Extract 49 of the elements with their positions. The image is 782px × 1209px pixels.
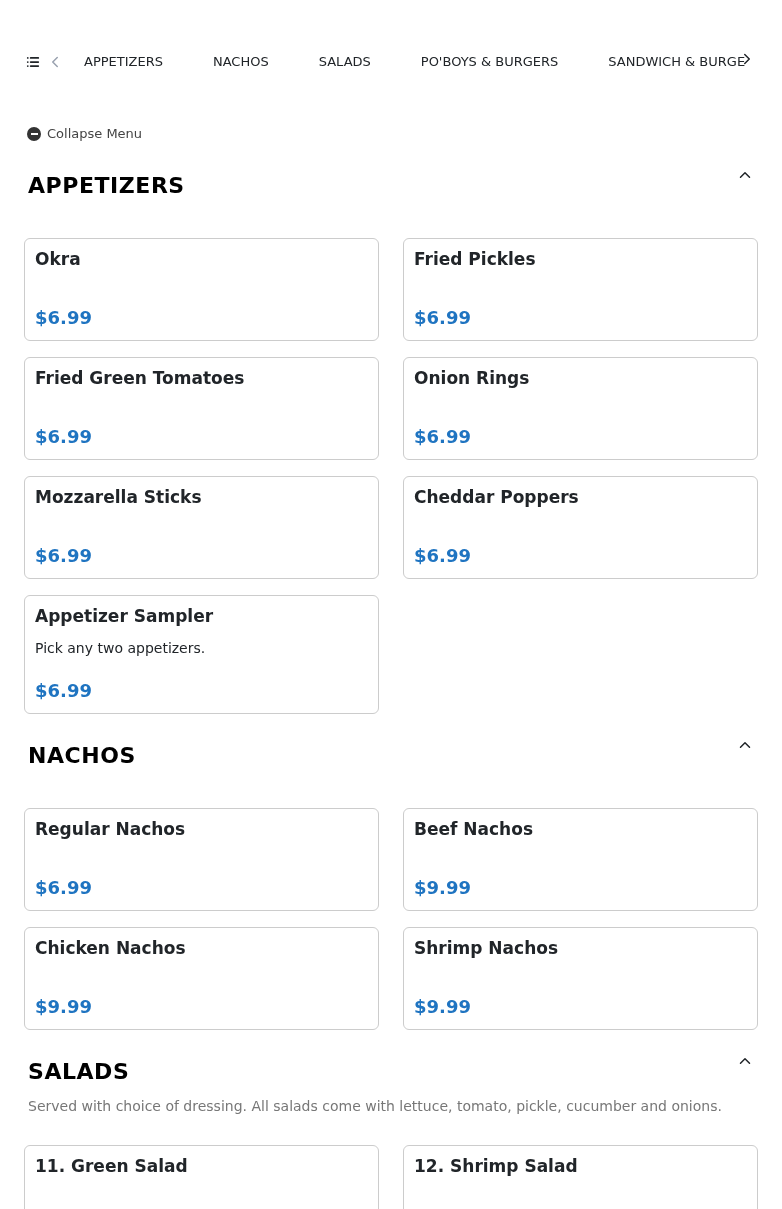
item-price: $6.99 bbox=[35, 875, 93, 900]
item-name: Mozzarella Sticks bbox=[35, 485, 203, 509]
section-title: SALADS bbox=[28, 1057, 130, 1086]
category-tab[interactable]: APPETIZERS bbox=[84, 50, 163, 74]
item-price: $9.99 bbox=[35, 994, 93, 1019]
item-name: Regular Nachos bbox=[35, 817, 187, 841]
item-name: 12. Shrimp Salad bbox=[414, 1154, 579, 1178]
item-price: $9.99 bbox=[414, 994, 472, 1019]
menu-item-card[interactable]: Shrimp Nachos $9.99 bbox=[403, 926, 758, 1030]
menu-icon[interactable] bbox=[26, 55, 40, 69]
item-price: $6.99 bbox=[414, 424, 472, 449]
section-title: APPETIZERS bbox=[28, 171, 185, 200]
category-tab[interactable]: SANDWICH & BURGE bbox=[608, 50, 746, 74]
menu-item-card[interactable]: Cheddar Poppers $6.99 bbox=[403, 475, 758, 579]
menu-item-card[interactable]: Fried Green Tomatoes $6.99 bbox=[24, 356, 379, 460]
item-name: Chicken Nachos bbox=[35, 936, 187, 960]
menu-item-card[interactable]: Beef Nachos $9.99 bbox=[403, 807, 758, 911]
category-tab[interactable]: SALADS bbox=[318, 50, 371, 74]
item-name: Cheddar Poppers bbox=[414, 485, 580, 509]
category-tab[interactable]: NACHOS bbox=[212, 50, 269, 74]
item-price: $6.99 bbox=[35, 424, 93, 449]
menu-item-card[interactable]: Fried Pickles $6.99 bbox=[403, 237, 758, 341]
item-price: $6.99 bbox=[35, 305, 93, 330]
menu-item-card[interactable]: 12. Shrimp Salad bbox=[403, 1144, 758, 1209]
category-tab[interactable]: PO'BOYS & BURGERS bbox=[420, 50, 559, 74]
item-name: Onion Rings bbox=[414, 366, 531, 390]
menu-item-card[interactable]: Chicken Nachos $9.99 bbox=[24, 926, 379, 1030]
menu-item-card[interactable]: Okra $6.99 bbox=[24, 237, 379, 341]
section-title: NACHOS bbox=[28, 741, 136, 770]
item-name: 11. Green Salad bbox=[35, 1154, 189, 1178]
menu-item-card[interactable]: Appetizer Sampler Pick any two appetizers. $6.99 bbox=[24, 594, 379, 714]
item-name: Shrimp Nachos bbox=[414, 936, 560, 960]
menu-item-card[interactable]: Regular Nachos $6.99 bbox=[24, 807, 379, 911]
item-name: Appetizer Sampler bbox=[35, 604, 215, 628]
collapse-menu-button[interactable]: Collapse Menu bbox=[27, 124, 143, 144]
item-description: Pick any two appetizers. bbox=[35, 638, 207, 658]
item-name: Beef Nachos bbox=[414, 817, 534, 841]
menu-item-card[interactable]: Mozzarella Sticks $6.99 bbox=[24, 475, 379, 579]
item-name: Okra bbox=[35, 247, 82, 271]
item-price: $9.99 bbox=[414, 875, 472, 900]
item-name: Fried Green Tomatoes bbox=[35, 366, 246, 390]
item-price: $6.99 bbox=[35, 678, 93, 703]
menu-item-card[interactable]: Onion Rings $6.99 bbox=[403, 356, 758, 460]
item-price: $6.99 bbox=[35, 543, 93, 568]
section-description: Served with choice of dressing. All salads come with lettuce, tomato, pickle, cucumber and onions. bbox=[27, 1096, 723, 1116]
item-price: $6.99 bbox=[414, 543, 472, 568]
item-name: Fried Pickles bbox=[414, 247, 537, 271]
menu-item-card[interactable]: 11. Green Salad bbox=[24, 1144, 379, 1209]
item-price: $6.99 bbox=[414, 305, 472, 330]
